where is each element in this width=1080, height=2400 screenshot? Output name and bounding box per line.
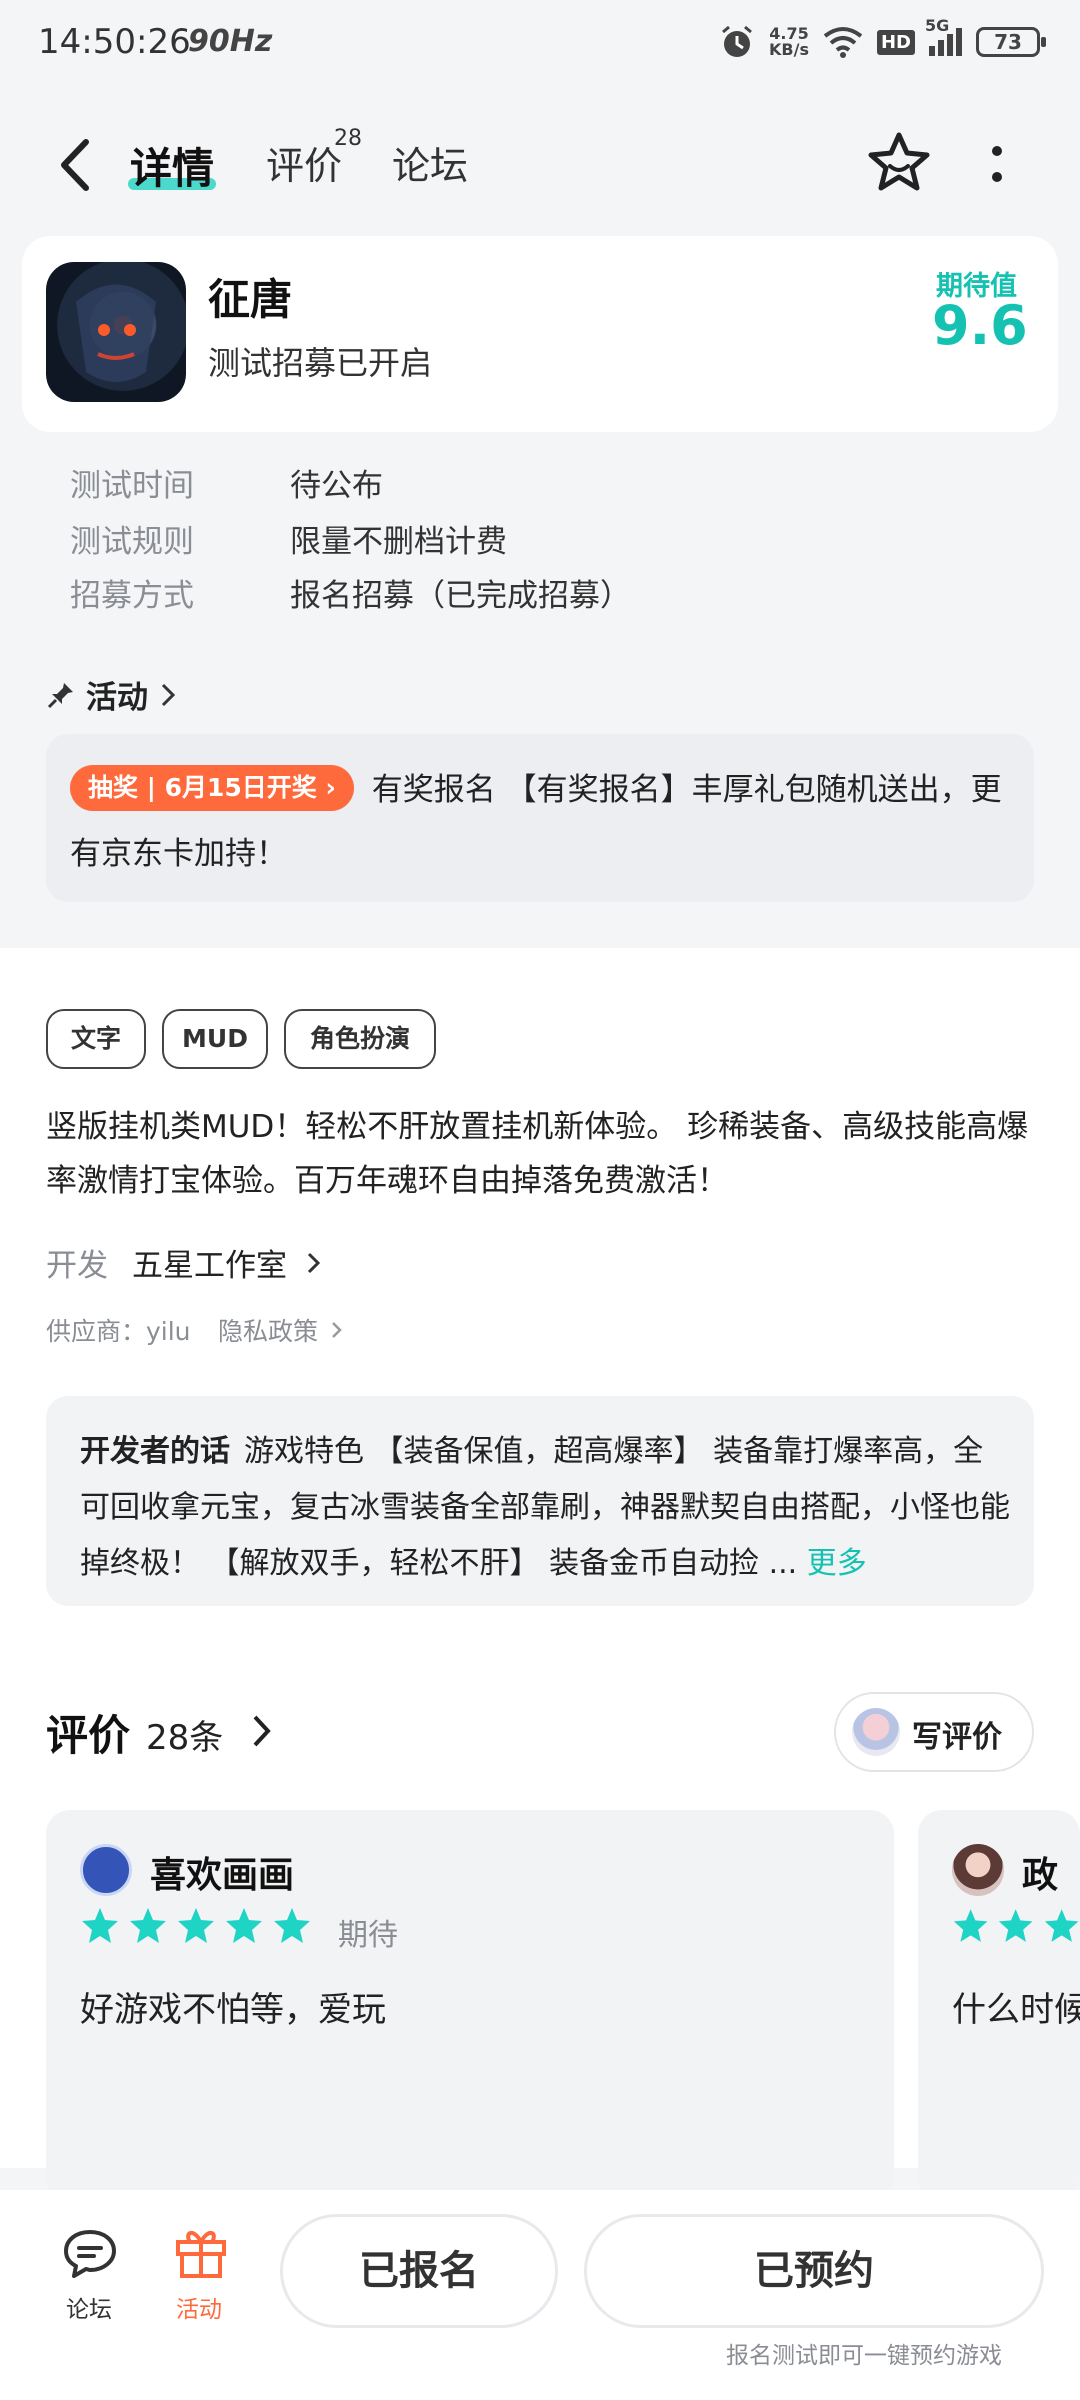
star-icon xyxy=(999,1909,1033,1942)
more-options-icon[interactable] xyxy=(990,144,1004,184)
status-bar: 14:50:26 90Hz 4.75 KB/s HD 5G 73 xyxy=(0,0,1080,90)
game-subtitle: 测试招募已开启 xyxy=(208,344,433,382)
tab-review[interactable]: 评价 xyxy=(266,135,342,190)
star-icon xyxy=(130,1908,166,1943)
developer-name: 五星工作室 xyxy=(132,1248,287,1284)
star-icon xyxy=(178,1908,214,1943)
tag-mud[interactable]: MUD xyxy=(162,1009,268,1069)
gift-icon[interactable] xyxy=(174,2224,228,2280)
pin-icon xyxy=(47,682,73,708)
more-link[interactable]: 更多 xyxy=(807,1546,867,1581)
chevron-right-icon[interactable] xyxy=(250,1712,274,1750)
activity-text-block[interactable]: 抽奖 | 6月15日开奖 › 有奖报名 【有奖报名】丰厚礼包随机送出，更有京东卡加… xyxy=(70,758,1020,886)
info-value-test-rules: 限量不删档计费 xyxy=(290,524,507,560)
favorite-star-icon[interactable] xyxy=(866,130,932,196)
review-tag: 期待 xyxy=(338,1918,398,1953)
info-label-recruit: 招募方式 xyxy=(70,578,194,614)
avatar[interactable] xyxy=(80,1844,132,1896)
net-speed: 4.75 KB/s xyxy=(769,26,809,58)
star-icon xyxy=(226,1908,262,1943)
tab-detail[interactable]: 详情 xyxy=(130,135,214,196)
reserve-hint: 报名测试即可一键预约游戏 xyxy=(726,2343,1002,2369)
review-username[interactable]: 喜欢画画 xyxy=(150,1846,294,1898)
chevron-right-icon xyxy=(332,1322,342,1338)
status-time: 14:50:26 xyxy=(38,22,191,62)
developer-link[interactable]: 五星工作室 xyxy=(132,1240,323,1285)
lottery-date: 6月15日开奖 xyxy=(164,773,317,802)
review-stars xyxy=(952,1906,1080,1946)
refresh-rate: 90Hz xyxy=(188,24,273,59)
star-icon xyxy=(953,1909,988,1942)
star-icon xyxy=(274,1908,310,1943)
net-speed-unit: KB/s xyxy=(769,40,809,59)
reviews-count[interactable]: 28条 xyxy=(146,1710,223,1759)
signal-icon: 5G xyxy=(925,16,962,56)
signed-up-button[interactable]: 已报名 xyxy=(280,2214,558,2328)
info-value-recruit: 报名招募（已完成招募） xyxy=(290,578,631,614)
battery-icon: 73 xyxy=(976,27,1046,57)
info-value-test-time: 待公布 xyxy=(290,468,383,504)
privacy-policy-label: 隐私政策 xyxy=(218,1317,319,1346)
info-label-test-time: 测试时间 xyxy=(70,468,194,504)
developer-words[interactable]: 开发者的话 游戏特色 【装备保值，超高爆率】 装备靠打爆率高，全可回收拿元宝，复古… xyxy=(80,1424,1010,1592)
lottery-label: 抽奖 xyxy=(88,773,139,802)
tag-roleplay[interactable]: 角色扮演 xyxy=(284,1009,436,1069)
back-arrow-icon[interactable] xyxy=(56,138,96,192)
chevron-right-icon xyxy=(307,1252,320,1274)
developer-words-title: 开发者的话 xyxy=(80,1434,230,1469)
game-description: 竖版挂机类MUD！轻松不肝放置挂机新体验。 珍稀装备、高级技能高爆率激情打宝体验… xyxy=(46,1109,1029,1199)
user-avatar xyxy=(852,1708,900,1756)
activity-section-header[interactable]: 活动 xyxy=(46,672,178,717)
tab-forum[interactable]: 论坛 xyxy=(392,135,468,190)
reserved-button[interactable]: 已预约 xyxy=(584,2214,1044,2328)
forum-icon[interactable] xyxy=(62,2228,118,2280)
developer-label: 开发 xyxy=(46,1248,108,1284)
lottery-badge: 抽奖 | 6月15日开奖 › xyxy=(70,765,354,811)
hd-icon: HD xyxy=(876,29,915,55)
review-body: 好游戏不怕等，爱玩 xyxy=(80,1990,386,2030)
star-icon xyxy=(82,1908,118,1943)
review-stars xyxy=(80,1906,312,1946)
star-icon xyxy=(1044,1909,1079,1942)
status-icons: 4.75 KB/s HD 5G 73 xyxy=(719,16,1046,62)
activity-tab-label[interactable]: 活动 xyxy=(176,2290,222,2324)
expectation-score: 9.6 xyxy=(932,294,1028,357)
tab-review-badge: 28 xyxy=(334,126,362,151)
activity-title: 活动 xyxy=(86,680,148,716)
game-icon xyxy=(46,262,186,402)
review-body: 什么时候 xyxy=(952,1990,1080,2030)
chevron-right-icon xyxy=(161,683,176,706)
info-label-test-rules: 测试规则 xyxy=(70,524,194,560)
write-review-label[interactable]: 写评价 xyxy=(912,1712,1002,1756)
avatar[interactable] xyxy=(952,1844,1004,1896)
alarm-icon xyxy=(722,25,752,57)
forum-label[interactable]: 论坛 xyxy=(66,2290,112,2324)
supplier-text: 供应商：yilu xyxy=(46,1317,191,1346)
network-type: 5G xyxy=(925,16,950,35)
tag-text[interactable]: 文字 xyxy=(46,1009,146,1069)
privacy-policy-link[interactable]: 隐私政策 xyxy=(218,1312,344,1348)
game-title: 征唐 xyxy=(208,275,293,324)
wifi-icon xyxy=(823,27,863,58)
battery-level: 73 xyxy=(994,30,1022,54)
reviews-title[interactable]: 评价 xyxy=(46,1702,130,1763)
review-username[interactable]: 政 xyxy=(1022,1846,1058,1898)
